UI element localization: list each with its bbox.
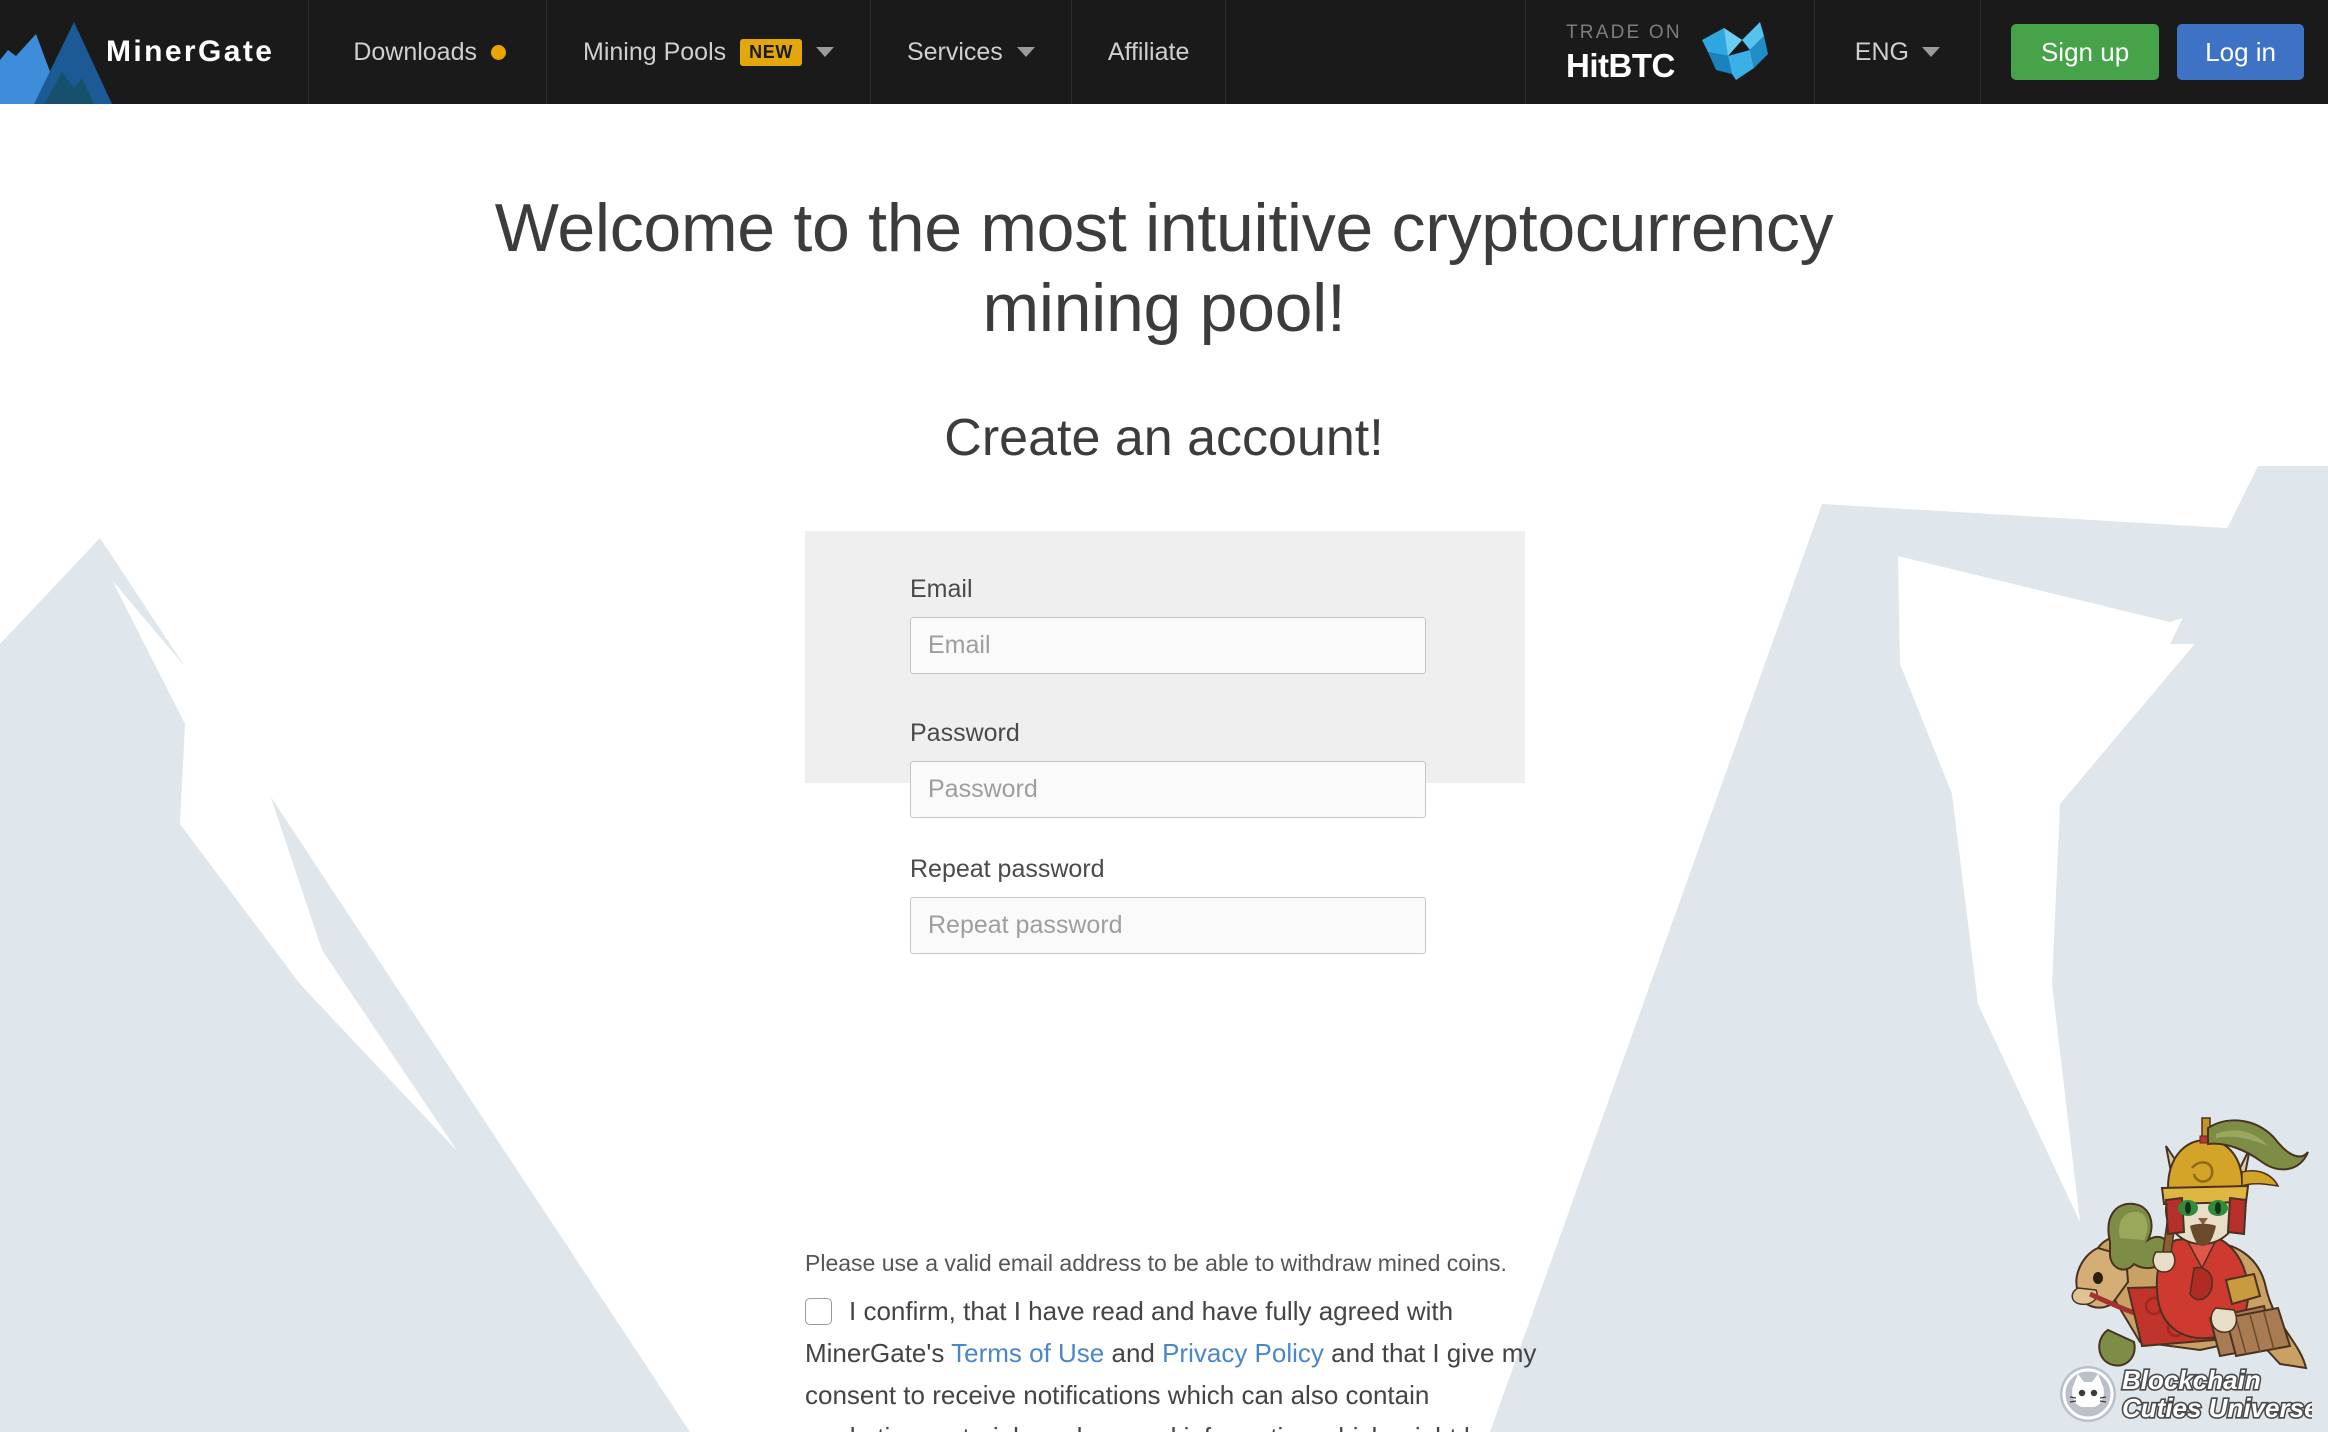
password-label: Password bbox=[910, 719, 1020, 747]
bunny-sash-shape bbox=[2189, 1266, 2213, 1301]
bunny-paw-shape bbox=[2210, 1307, 2238, 1333]
email-validity-note: Please use a valid email address to be a… bbox=[805, 1250, 1507, 1276]
repeat-password-field-group: Repeat password bbox=[910, 855, 1426, 954]
nav-item-downloads-label: Downloads bbox=[353, 37, 477, 66]
bunny-pupil-right bbox=[2215, 1202, 2221, 1214]
language-selector[interactable]: ENG bbox=[1815, 0, 1980, 104]
page-content: Welcome to the most intuitive cryptocurr… bbox=[0, 104, 2328, 1432]
brand-logo[interactable]: MinerGate bbox=[0, 0, 308, 104]
nav-item-mining-pools-label: Mining Pools bbox=[583, 37, 727, 66]
mount-tail-shape bbox=[2098, 1328, 2136, 1367]
hitbtc-promo[interactable]: TRADE ON HitBTC bbox=[1526, 0, 1814, 104]
helmet-wing-ornament bbox=[2241, 1170, 2280, 1188]
consent-text: I confirm, that I have read and have ful… bbox=[805, 1290, 1545, 1432]
nav-item-services-label: Services bbox=[906, 37, 1003, 66]
blockchain-cuties-ad-widget[interactable]: Blockchain Cuties Universe bbox=[2050, 1092, 2312, 1432]
cat-eye-right bbox=[2090, 1389, 2098, 1397]
hitbtc-trade-on-label: TRADE ON bbox=[1566, 21, 1682, 43]
password-field-group: Password bbox=[910, 719, 1426, 818]
page-title: Welcome to the most intuitive cryptocurr… bbox=[494, 190, 1834, 347]
orange-dot-icon bbox=[491, 44, 506, 60]
mount-eye-icon bbox=[2093, 1272, 2103, 1284]
hitbtc-name-label: HitBTC bbox=[1566, 46, 1675, 84]
hitbtc-bull-icon bbox=[1701, 22, 1768, 80]
terms-consent-checkbox[interactable] bbox=[805, 1297, 832, 1325]
auth-buttons: Sign up Log in bbox=[1981, 0, 2328, 104]
page-subtitle: Create an account! bbox=[944, 409, 1384, 468]
language-label: ENG bbox=[1854, 37, 1909, 66]
email-input[interactable] bbox=[910, 617, 1426, 674]
ad-title-line2: Cuties Universe bbox=[2122, 1393, 2312, 1423]
new-badge: NEW bbox=[740, 38, 802, 66]
log-in-button[interactable]: Log in bbox=[2177, 24, 2304, 80]
nav-item-affiliate-label: Affiliate bbox=[1107, 37, 1190, 66]
email-field-group: Email bbox=[910, 575, 1426, 674]
helmet-side-flap-right bbox=[2226, 1196, 2248, 1236]
cuties-logo-badge bbox=[2060, 1366, 2116, 1422]
consent-section: Please use a valid email address to be a… bbox=[805, 1249, 1545, 1432]
field-spacer bbox=[910, 826, 1425, 855]
terms-of-use-link[interactable]: Terms of Use bbox=[951, 1338, 1104, 1368]
repeat-password-label: Repeat password bbox=[910, 855, 1105, 883]
samurai-bunny-art: Blockchain Cuties Universe bbox=[2060, 1117, 2312, 1425]
signup-form-panel: Email Password Repeat password bbox=[805, 531, 1525, 954]
chevron-down-icon bbox=[1921, 47, 1940, 57]
ad-title-line1: Blockchain bbox=[2122, 1365, 2261, 1395]
consent-text-and: and bbox=[1104, 1338, 1163, 1368]
sign-up-button[interactable]: Sign up bbox=[2010, 24, 2160, 80]
nav-item-services[interactable]: Services bbox=[871, 0, 1071, 104]
privacy-policy-link[interactable]: Privacy Policy bbox=[1162, 1338, 1324, 1368]
nav-item-affiliate[interactable]: Affiliate bbox=[1072, 0, 1226, 104]
brand-name: MinerGate bbox=[106, 35, 275, 68]
top-navigation-bar: MinerGate Downloads Mining Pools NEW Ser… bbox=[0, 0, 2328, 104]
email-label: Email bbox=[910, 575, 973, 603]
nav-item-mining-pools[interactable]: Mining Pools NEW bbox=[547, 0, 870, 104]
cat-eye-left bbox=[2078, 1389, 2086, 1397]
chevron-down-icon bbox=[815, 47, 834, 57]
chevron-down-icon bbox=[1016, 47, 1035, 57]
bunny-hand-shape bbox=[2152, 1251, 2176, 1273]
password-input[interactable] bbox=[910, 761, 1426, 818]
consent-row: I confirm, that I have read and have ful… bbox=[805, 1290, 1545, 1432]
nav-item-downloads[interactable]: Downloads bbox=[309, 0, 546, 104]
repeat-password-input[interactable] bbox=[910, 897, 1426, 954]
bunny-pupil-left bbox=[2185, 1202, 2191, 1214]
field-spacer bbox=[910, 682, 1425, 719]
mountain-logo-icon bbox=[0, 22, 112, 104]
